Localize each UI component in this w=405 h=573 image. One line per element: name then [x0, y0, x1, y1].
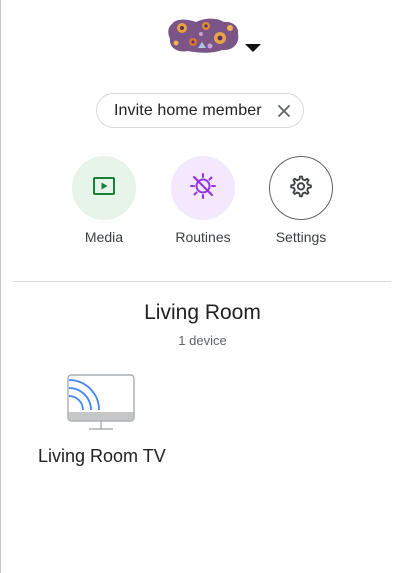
media-play-icon	[92, 175, 116, 202]
device-name: Living Room TV	[38, 446, 166, 466]
routines-button[interactable]: Routines	[170, 156, 236, 245]
invite-chip-label: Invite home member	[114, 101, 262, 119]
routines-label: Routines	[175, 229, 231, 245]
routines-circle[interactable]	[171, 156, 235, 220]
caret-down-icon[interactable]	[245, 44, 261, 52]
room-device-count: 1 device	[178, 333, 227, 348]
media-label: Media	[84, 229, 124, 245]
settings-button[interactable]: Settings	[268, 156, 334, 245]
settings-circle[interactable]	[269, 156, 333, 220]
settings-label: Settings	[275, 229, 327, 245]
room-title: Living Room	[144, 301, 261, 324]
section-divider	[13, 281, 391, 282]
window-edge	[0, 0, 1, 573]
home-avatar-icon[interactable]	[166, 16, 240, 54]
media-button[interactable]: Media	[71, 156, 137, 245]
invite-home-member-chip[interactable]: Invite home member	[96, 93, 304, 128]
home-header	[0, 14, 405, 58]
routines-icon	[189, 172, 217, 205]
device-tile[interactable]: Living Room TV	[36, 372, 206, 472]
gear-icon	[289, 174, 313, 203]
tv-cast-icon	[67, 374, 135, 432]
media-circle[interactable]	[72, 156, 136, 220]
close-icon[interactable]	[276, 103, 292, 119]
